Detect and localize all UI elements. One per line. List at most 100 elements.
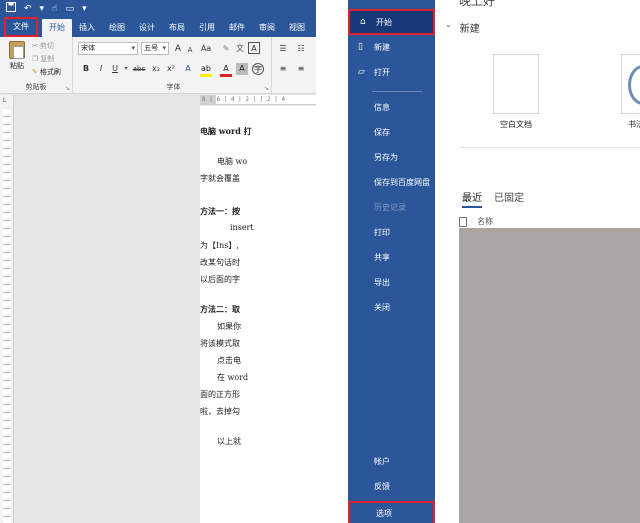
document-line: 电脑 word 打 (200, 126, 252, 137)
document-line: 点击电 (217, 355, 241, 366)
quick-access-toolbar: ↶ ▾ ☝ ▭ ▾ (0, 0, 316, 17)
nav-save-to-baidu[interactable]: 保存到百度网盘 (348, 173, 435, 191)
nav-history: 历史记录 (348, 198, 435, 216)
text-effects-icon[interactable]: A (182, 63, 194, 75)
redo-more-icon[interactable]: ▾ (40, 4, 45, 14)
nav-info[interactable]: 信息 (348, 98, 435, 116)
tab-references[interactable]: 引用 (192, 19, 222, 37)
tab-mailings[interactable]: 邮件 (222, 19, 252, 37)
blank-document-template[interactable] (493, 54, 539, 114)
nav-account[interactable]: 帐户 (348, 452, 435, 470)
nav-new[interactable]: ▯ 新建 (348, 38, 435, 56)
nav-open[interactable]: ▱ 打开 (348, 63, 435, 81)
document-line: 在 word (217, 372, 248, 383)
tab-view[interactable]: 视图 (282, 19, 312, 37)
tab-insert[interactable]: 插入 (72, 19, 102, 37)
enclose-char-icon[interactable]: 字 (252, 63, 264, 75)
char-border-icon[interactable]: A (248, 42, 260, 54)
subscript-button[interactable]: x₂ (150, 63, 162, 75)
nav-print[interactable]: 打印 (348, 223, 435, 241)
strikethrough-button[interactable]: abc (131, 63, 147, 75)
tab-home[interactable]: 开始 (42, 19, 72, 37)
chevron-down-icon: ⌄ (445, 20, 452, 35)
tab-recent[interactable]: 最近 (462, 189, 482, 208)
grow-font-button[interactable]: A (172, 43, 184, 55)
char-shading-icon[interactable]: A (236, 63, 248, 75)
bullets-icon[interactable]: ☰ (277, 43, 289, 55)
document-page[interactable]: 电脑 word 打电脑 wo字就会覆盖方法一：按insert为【Ins】,改某句… (200, 106, 316, 523)
nav-save[interactable]: 保存 (348, 123, 435, 141)
document-line: 改某句话时 (200, 257, 240, 268)
tab-file[interactable]: 文件 (4, 17, 38, 37)
tab-design[interactable]: 设计 (132, 19, 162, 37)
undo-icon[interactable]: ↶ (24, 4, 32, 14)
font-dialog-launcher-icon[interactable]: ↘ (264, 85, 269, 92)
copy-label: 复制 (40, 54, 54, 64)
backstage-nav: ⌂ 开始 ▯ 新建 ▱ 打开 信息 保存 另存为 保存到百度网盘 历史记录 打印… (348, 0, 435, 523)
superscript-button[interactable]: x² (165, 63, 177, 75)
touch-mode-icon[interactable]: ☝ (52, 4, 57, 14)
paste-label: 粘贴 (10, 62, 24, 70)
name-column-header[interactable]: 名称 (459, 216, 493, 227)
change-case-button[interactable]: Aa (198, 43, 214, 55)
dialog-launcher-icon[interactable]: ↘ (65, 85, 70, 92)
tab-review[interactable]: 审阅 (252, 19, 282, 37)
numbering-icon[interactable]: ☷ (295, 43, 307, 55)
document-line: 如果你 (217, 321, 241, 332)
nav-close[interactable]: 关闭 (348, 298, 435, 316)
paste-icon (9, 41, 25, 59)
copy-button[interactable]: ❐ 复制 (32, 54, 54, 64)
calligraphy-template[interactable] (621, 54, 640, 114)
font-name-select[interactable]: 宋体 (78, 42, 138, 55)
nav-feedback[interactable]: 反馈 (348, 477, 435, 495)
font-color-icon[interactable]: A (220, 63, 232, 77)
highlight-icon[interactable]: ab (200, 63, 212, 77)
backstage-view: ⌂ 开始 ▯ 新建 ▱ 打开 信息 保存 另存为 保存到百度网盘 历史记录 打印… (348, 0, 640, 523)
document-line: 啦，去掉勾 (200, 406, 240, 417)
document-line: 为【Ins】, (200, 240, 239, 251)
greeting-text: 晚上好 (459, 0, 495, 9)
customize-qat-icon[interactable]: ▾ (82, 4, 87, 14)
italic-button[interactable]: I (95, 63, 107, 75)
document-icon (459, 217, 467, 227)
save-icon[interactable] (6, 2, 16, 15)
home-icon: ⌂ (360, 17, 370, 27)
nav-open-label: 打开 (374, 67, 390, 78)
tab-layout[interactable]: 布局 (162, 19, 192, 37)
vertical-ruler: L (0, 95, 14, 523)
nav-share[interactable]: 共享 (348, 248, 435, 266)
nav-save-as[interactable]: 另存为 (348, 148, 435, 166)
font-group-label: 字体 (76, 82, 271, 92)
ribbon-home: 粘贴 ✂ 剪切 ❐ 复制 ✎ 格式刷 剪贴板 ↘ 宋体 (0, 37, 316, 94)
bold-button[interactable]: B (80, 63, 92, 75)
tab-draw[interactable]: 绘图 (102, 19, 132, 37)
nav-export[interactable]: 导出 (348, 273, 435, 291)
scissors-icon: ✂ (32, 42, 38, 50)
document-line: 以后面的字 (200, 274, 240, 285)
tab-stop-selector[interactable]: L (3, 97, 6, 104)
folder-open-icon: ▱ (358, 67, 368, 77)
nav-options[interactable]: 选项 (348, 501, 435, 523)
document-line: 面的正方形 (200, 389, 240, 400)
word-window: ↶ ▾ ☝ ▭ ▾ 文件 开始 插入 绘图 设计 布局 引用 邮件 审阅 视图 … (0, 0, 316, 523)
clear-format-icon[interactable]: ✎ (220, 43, 232, 55)
align-left-icon[interactable]: ≡ (277, 63, 289, 75)
document-line: 方法二：取 (200, 304, 240, 315)
open-icon[interactable]: ▭ (66, 4, 75, 14)
blank-document-label: 空白文档 (500, 119, 532, 130)
tab-pinned[interactable]: 已固定 (494, 189, 524, 208)
shrink-font-button[interactable]: A (184, 44, 196, 56)
name-column-label: 名称 (477, 216, 493, 227)
document-line: 以上就 (217, 436, 241, 447)
font-size-select[interactable]: 五号 (141, 42, 169, 55)
nav-home[interactable]: ⌂ 开始 (348, 9, 435, 35)
phonetic-icon[interactable]: 文 (234, 43, 246, 55)
align-center-icon[interactable]: ≡ (295, 63, 307, 75)
paste-button[interactable]: 粘贴 (6, 41, 28, 75)
new-section-header[interactable]: ⌄ 新建 (445, 20, 480, 35)
clipboard-group-label: 剪贴板 (0, 82, 72, 92)
cut-button[interactable]: ✂ 剪切 (32, 41, 54, 51)
format-painter-button[interactable]: ✎ 格式刷 (32, 67, 61, 77)
brush-icon: ✎ (32, 68, 38, 76)
nav-separator (372, 91, 422, 92)
